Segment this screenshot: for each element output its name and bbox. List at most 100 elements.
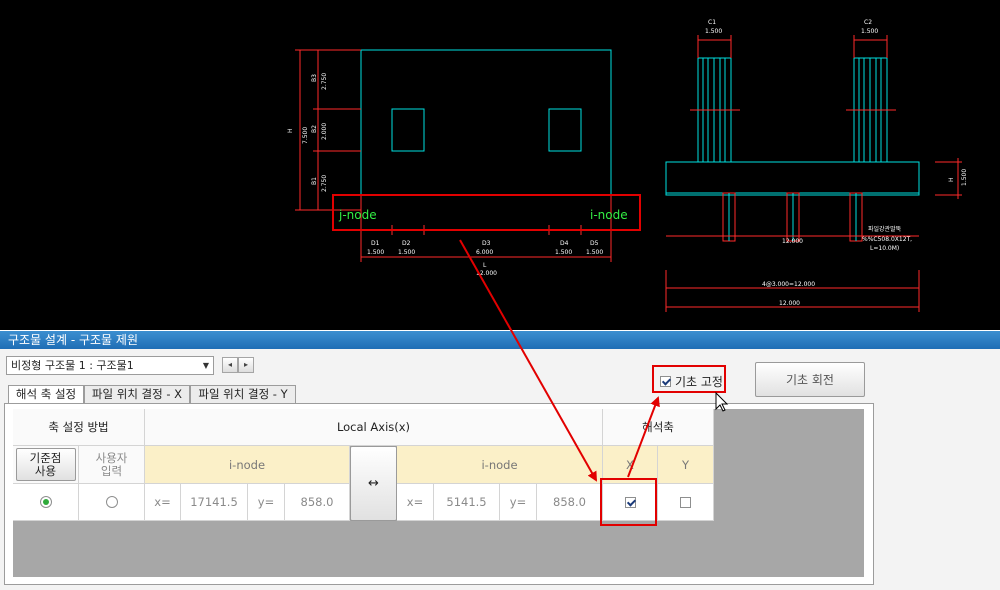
x-value-1-text: 17141.5	[190, 495, 238, 509]
tab-pile-position-y-label: 파일 위치 결정 - Y	[198, 387, 288, 401]
dim-c1-val: 1.500	[705, 28, 722, 35]
tab-pile-position-y[interactable]: 파일 위치 결정 - Y	[190, 385, 296, 403]
i-node-header-1: i-node	[145, 446, 350, 484]
y-value-1-text: 858.0	[300, 495, 334, 509]
x-value-2-text: 5141.5	[446, 495, 487, 509]
axis-y-header-text: Y	[681, 457, 690, 472]
dim-b2: B2	[311, 125, 318, 133]
x-value-2[interactable]: 5141.5	[434, 484, 500, 521]
x-label-2-text: x=	[406, 495, 424, 509]
axis-y-header: Y	[658, 446, 714, 484]
footing-section	[665, 161, 920, 196]
method-header-text: 축 설정 방법	[48, 420, 109, 434]
dim-l-val: 12.000	[476, 270, 497, 277]
structure-select-value: 비정형 구조물 1 : 구조물1	[11, 359, 134, 372]
tab-analysis-axis-label: 해석 축 설정	[15, 387, 77, 401]
analysis-y-checkbox[interactable]	[680, 496, 691, 508]
pile-note-2: %%C508.0X12T,	[862, 236, 912, 243]
next-structure-button[interactable]: ▸	[238, 357, 254, 373]
dim-b2-val: 2.000	[321, 123, 328, 140]
base-point-button[interactable]: 기준점 사용	[15, 448, 76, 481]
chevron-down-icon[interactable]: ▼	[199, 357, 213, 374]
rotate-foundation-label: 기초 회전	[786, 373, 834, 387]
dim-h: H	[287, 128, 294, 133]
dim-b1: B1	[311, 177, 318, 185]
i-node-header-2: i-node	[397, 446, 603, 484]
method-header: 축 설정 방법	[13, 409, 145, 446]
footing-outline	[360, 49, 612, 196]
base-point-radio-cell	[13, 484, 79, 521]
dim-c2: C2	[864, 19, 872, 26]
y-label-2-text: y=	[509, 495, 527, 509]
pile-note-1: 파일강관말뚝	[868, 225, 902, 233]
base-point-radio[interactable]	[39, 496, 52, 508]
local-axis-header-text: Local Axis(x)	[336, 420, 411, 434]
section-view	[665, 35, 962, 312]
user-input-radio-cell	[79, 484, 145, 521]
user-input-header: 사용자 입력	[79, 446, 145, 484]
base-point-cell: 기준점 사용	[13, 446, 79, 484]
y-label-1: y=	[248, 484, 285, 521]
user-input-radio[interactable]	[105, 496, 118, 508]
total-dim: 12.000	[779, 300, 800, 307]
tab-pile-position-x[interactable]: 파일 위치 결정 - X	[84, 385, 190, 403]
tab-analysis-axis[interactable]: 해석 축 설정	[8, 385, 84, 404]
dim-d1-val: 1.500	[367, 249, 384, 256]
dim-sec-h: H	[948, 177, 955, 182]
rotate-foundation-button[interactable]: 기초 회전	[755, 362, 865, 397]
user-input-label: 사용자 입력	[95, 450, 128, 478]
dim-d2-val: 1.500	[398, 249, 415, 256]
cad-svg: H 7.500 B3 2.750 B2 2.000 B1 2.750 D1 1.…	[287, 19, 968, 312]
i-node-header-1-text: i-node	[228, 457, 266, 472]
dim-d5: D5	[590, 240, 599, 247]
pile-dim: 12.000	[782, 238, 803, 245]
swap-icon: ↔	[368, 476, 379, 491]
y-value-2-text: 858.0	[553, 495, 586, 509]
arrow-right-icon: ▸	[243, 360, 248, 369]
section-dim-text: C1 1.500 C2 1.500 H 1.500 12.000 파일강관말뚝 …	[705, 19, 968, 307]
dim-d5-val: 1.500	[586, 249, 603, 256]
highlight-analysis-x	[600, 478, 657, 526]
x-label-2: x=	[397, 484, 434, 521]
cad-drawing-view[interactable]: H 7.500 B3 2.750 B2 2.000 B1 2.750 D1 1.…	[0, 0, 1000, 330]
y-value-1[interactable]: 858.0	[285, 484, 350, 521]
j-node-label: j-node	[338, 208, 377, 222]
highlight-fix-checkbox	[652, 365, 726, 393]
column-j	[391, 108, 425, 152]
x-label-1-text: x=	[154, 495, 171, 509]
window-title-bar: 구조물 설계 - 구조물 제원	[0, 331, 1000, 349]
swap-nodes-button[interactable]: ↔	[350, 446, 397, 521]
x-label-1: x=	[145, 484, 181, 521]
y-value-2[interactable]: 858.0	[537, 484, 603, 521]
x-value-1[interactable]: 17141.5	[181, 484, 248, 521]
dim-b3: B3	[311, 74, 318, 82]
window-title: 구조물 설계 - 구조물 제원	[8, 333, 138, 347]
dim-d3-val: 6.000	[476, 249, 493, 256]
dim-d2: D2	[402, 240, 411, 247]
dim-h-val: 7.500	[302, 127, 309, 144]
dim-b1-val: 2.750	[321, 175, 328, 192]
node-labels: j-node i-node	[338, 208, 628, 222]
local-axis-header: Local Axis(x)	[145, 409, 603, 446]
i-node-header-2-text: i-node	[481, 457, 518, 472]
dim-d4: D4	[560, 240, 569, 247]
axis-x-header-text: X	[626, 457, 634, 472]
structure-select[interactable]: 비정형 구조물 1 : 구조물1 ▼	[6, 356, 214, 375]
y-label-1-text: y=	[257, 495, 275, 509]
y-label-2: y=	[500, 484, 537, 521]
dim-b3-val: 2.750	[321, 73, 328, 90]
analysis-axis-header: 해석축	[603, 409, 714, 446]
dim-c1: C1	[708, 19, 716, 26]
prev-structure-button[interactable]: ◂	[222, 357, 238, 373]
dim-d3: D3	[482, 240, 491, 247]
column-i	[548, 108, 582, 152]
arrow-left-icon: ◂	[227, 360, 232, 369]
analysis-y-cell	[658, 484, 714, 521]
pile-note-3: L=10.0M)	[870, 245, 899, 252]
analysis-axis-header-text: 해석축	[642, 420, 674, 434]
dim-sec-h-val: 1.500	[961, 169, 968, 186]
dim-c2-val: 1.500	[861, 28, 878, 35]
spacing-dim: 4@3.000=12.000	[762, 281, 815, 288]
dim-d4-val: 1.500	[555, 249, 572, 256]
dim-l: L	[483, 262, 487, 269]
